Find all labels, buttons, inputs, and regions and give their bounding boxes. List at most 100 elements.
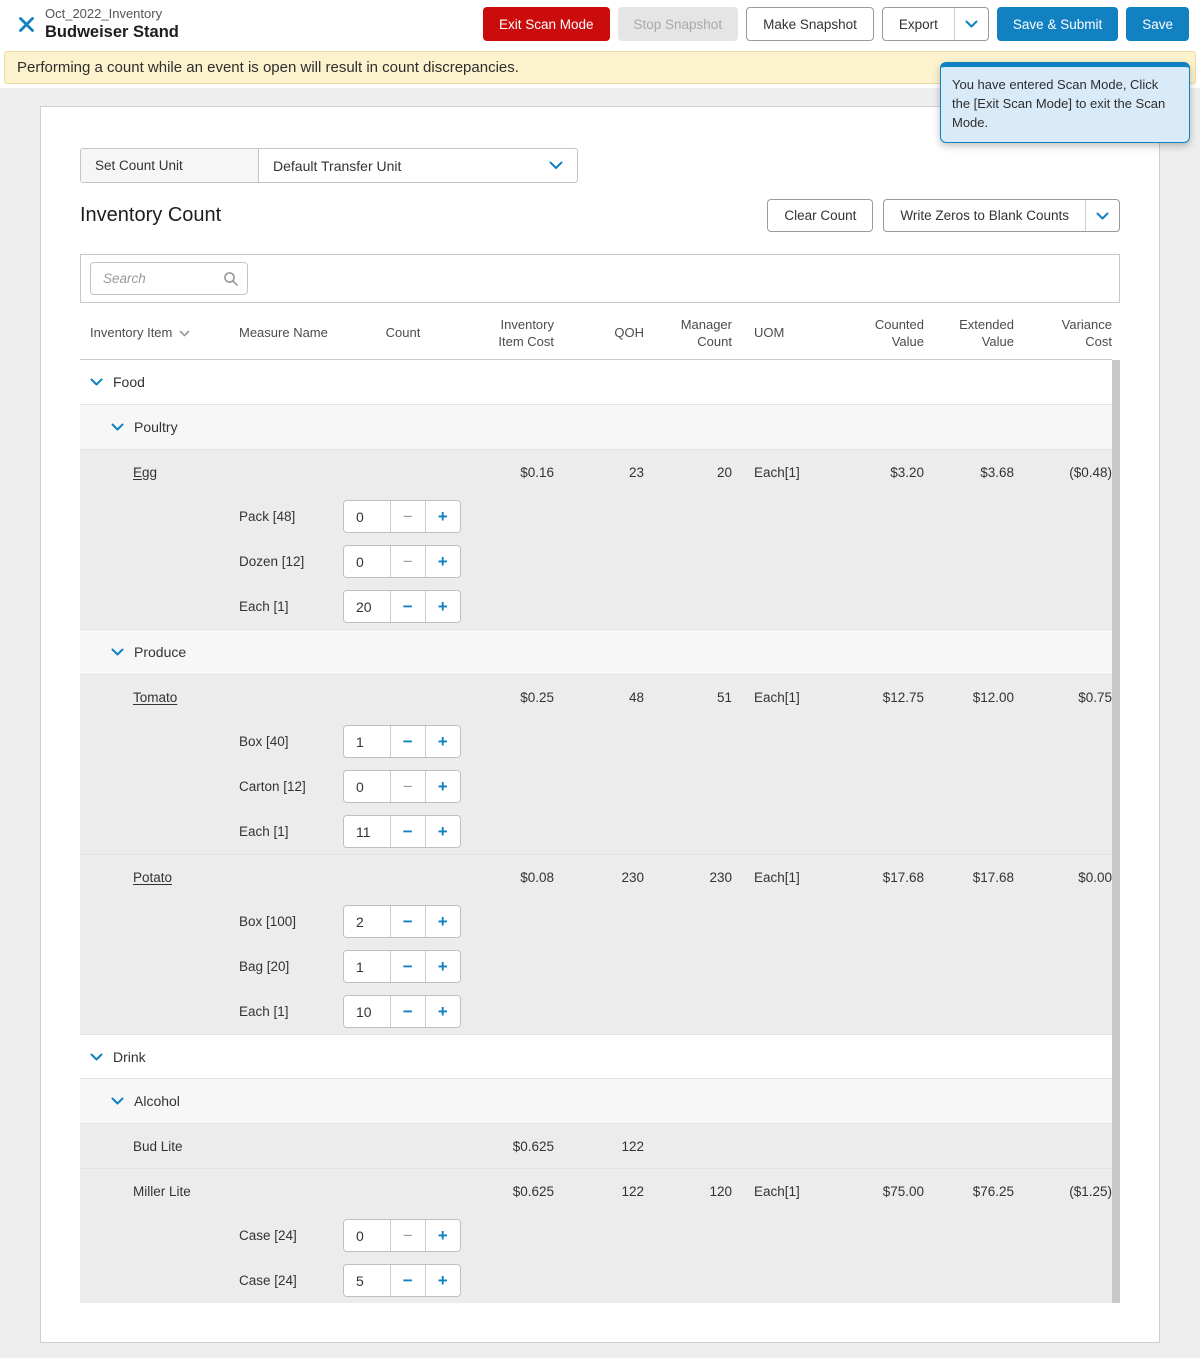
count-unit-select[interactable]: Default Transfer Unit (259, 149, 577, 182)
item-link-tomato[interactable]: Tomato (80, 690, 177, 705)
increment-button[interactable]: + (426, 951, 461, 982)
item-name-cell: Potato (80, 870, 239, 885)
group-toggle[interactable]: Drink (80, 1049, 1112, 1065)
header-actions: Exit Scan Mode Stop Snapshot Make Snapsh… (483, 7, 1189, 41)
export-menu-button[interactable] (954, 8, 988, 40)
measure-row-egg-pack-48-: Pack [48] −+ (80, 494, 1112, 539)
count-input[interactable] (344, 816, 391, 847)
increment-button[interactable]: + (426, 1220, 461, 1251)
decrement-button[interactable]: − (391, 951, 426, 982)
decrement-button[interactable]: − (391, 546, 426, 577)
subgroup-toggle[interactable]: Alcohol (80, 1093, 1112, 1109)
increment-button[interactable]: + (426, 996, 461, 1027)
count-input[interactable] (344, 996, 391, 1027)
subgroup-row-produce[interactable]: Produce (80, 629, 1112, 674)
cell-inventory-item-cost: $0.625 (463, 1184, 554, 1199)
save-button[interactable]: Save (1126, 7, 1189, 41)
decrement-button[interactable]: − (391, 816, 426, 847)
increment-button[interactable]: + (426, 1265, 461, 1296)
subgroup-row-alcohol[interactable]: Alcohol (80, 1078, 1112, 1123)
count-input[interactable] (344, 501, 391, 532)
decrement-button[interactable]: − (391, 501, 426, 532)
measure-row-egg-each-1-: Each [1]−+ (80, 584, 1112, 629)
item-name-cell: Tomato (80, 690, 239, 705)
write-zeros-label[interactable]: Write Zeros to Blank Counts (884, 200, 1085, 231)
export-label[interactable]: Export (883, 8, 954, 40)
subgroup-toggle[interactable]: Produce (80, 644, 1112, 660)
subgroup-row-poultry[interactable]: Poultry (80, 404, 1112, 449)
count-unit-value: Default Transfer Unit (273, 158, 401, 174)
write-zeros-menu-button[interactable] (1085, 200, 1119, 231)
decrement-button[interactable]: − (391, 906, 426, 937)
increment-button[interactable]: + (426, 771, 461, 802)
group-row-food[interactable]: Food (80, 360, 1112, 404)
measure-row-potato-bag-20-: Bag [20]−+ (80, 944, 1112, 989)
subgroup-toggle[interactable]: Poultry (80, 419, 1112, 435)
clear-count-button[interactable]: Clear Count (767, 199, 873, 232)
export-button[interactable]: Export (882, 7, 989, 41)
decrement-button[interactable]: − (391, 771, 426, 802)
measure-row-miller-lite-case-24-: Case [24]−+ (80, 1258, 1112, 1303)
increment-button[interactable]: + (426, 816, 461, 847)
group-row-drink[interactable]: Drink (80, 1034, 1112, 1078)
decrement-button[interactable]: − (391, 591, 426, 622)
count-stepper: −+ (343, 1264, 461, 1297)
column-header-extended-value: Extended Value (924, 317, 1014, 351)
title-block: Oct_2022_Inventory Budweiser Stand (45, 6, 179, 43)
count-stepper: −+ (343, 590, 461, 623)
item-link-egg[interactable]: Egg (80, 465, 157, 480)
search-panel (80, 254, 1120, 303)
increment-button[interactable]: + (426, 726, 461, 757)
count-input[interactable] (344, 1265, 391, 1296)
close-button[interactable] (16, 14, 37, 35)
cell-qoh: 23 (554, 465, 644, 480)
exit-scan-mode-button[interactable]: Exit Scan Mode (483, 7, 610, 41)
column-header-inventory-item-cost: Inventory Item Cost (463, 317, 554, 351)
measure-name: Pack [48] (239, 509, 343, 524)
count-input[interactable] (344, 726, 391, 757)
cell-extended-value: $12.00 (924, 690, 1014, 705)
count-input[interactable] (344, 546, 391, 577)
group-label: Food (113, 374, 145, 390)
cell-manager-count: 51 (644, 690, 732, 705)
column-header-inventory-item[interactable]: Inventory Item (80, 325, 239, 342)
item-name-cell: Egg (80, 465, 239, 480)
item-row-bud-lite: Bud Lite$0.625122 (80, 1123, 1112, 1168)
cell-qoh: 122 (554, 1139, 644, 1154)
save-and-submit-button[interactable]: Save & Submit (997, 7, 1118, 41)
cell-variance-cost: ($1.25) (1014, 1184, 1112, 1199)
column-header-qoh: QOH (554, 325, 644, 342)
count-input[interactable] (344, 771, 391, 802)
increment-button[interactable]: + (426, 906, 461, 937)
decrement-button[interactable]: − (391, 996, 426, 1027)
group-toggle[interactable]: Food (80, 374, 1112, 390)
count-stepper-cell: −+ (343, 725, 463, 758)
count-input[interactable] (344, 906, 391, 937)
count-input[interactable] (344, 951, 391, 982)
measure-name: Box [100] (239, 914, 343, 929)
measure-name: Each [1] (239, 1004, 343, 1019)
table-header-row: Inventory Item Measure Name Count Invent… (80, 308, 1112, 360)
increment-button[interactable]: + (426, 501, 461, 532)
write-zeros-button[interactable]: Write Zeros to Blank Counts (883, 199, 1120, 232)
count-input[interactable] (344, 1220, 391, 1251)
decrement-button[interactable]: − (391, 1220, 426, 1251)
vertical-scrollbar[interactable] (1112, 360, 1120, 1303)
item-link-potato[interactable]: Potato (80, 870, 172, 885)
increment-button[interactable]: + (426, 591, 461, 622)
column-header-manager-count: Manager Count (644, 317, 732, 351)
cell-counted-value: $17.68 (844, 870, 924, 885)
count-stepper-cell: −+ (343, 905, 463, 938)
measure-name: Each [1] (239, 824, 343, 839)
cell-qoh: 48 (554, 690, 644, 705)
decrement-button[interactable]: − (391, 1265, 426, 1296)
make-snapshot-button[interactable]: Make Snapshot (746, 7, 874, 41)
cell-uom: Each[1] (732, 870, 844, 885)
cell-uom: Each[1] (732, 690, 844, 705)
count-input[interactable] (344, 591, 391, 622)
scan-mode-tooltip-text: You have entered Scan Mode, Click the [E… (952, 77, 1165, 130)
decrement-button[interactable]: − (391, 726, 426, 757)
close-icon (18, 16, 35, 33)
increment-button[interactable]: + (426, 546, 461, 577)
measure-row-miller-lite-case-24-: Case [24]−+ (80, 1213, 1112, 1258)
